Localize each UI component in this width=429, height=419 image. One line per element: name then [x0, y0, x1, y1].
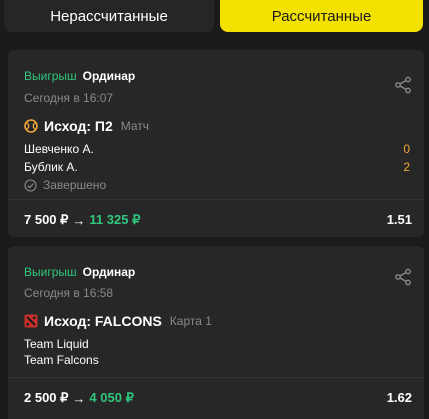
share-icon[interactable] — [394, 76, 412, 94]
arrow-right-icon: → — [72, 212, 86, 228]
bet-amounts: 2 500 ₽ → 4 050 ₽ — [24, 390, 134, 406]
bet-kind-label: Ординар — [82, 69, 136, 83]
bet-odds: 1.62 — [386, 390, 412, 405]
match-status: Завершено — [24, 178, 106, 192]
tab-settled[interactable]: Рассчитанные — [220, 0, 423, 32]
bet-date: Сегодня в 16:07 — [24, 91, 114, 105]
bet-result-label: Выигрыш — [24, 265, 77, 279]
tab-unsettled[interactable]: Нерассчитанные — [4, 0, 214, 32]
bet-header: Выигрыш Ординар — [24, 69, 135, 83]
bet-result-label: Выигрыш — [24, 69, 77, 83]
bet-header: Выигрыш Ординар — [24, 265, 135, 279]
outcome-label: Исход: П2 — [44, 118, 113, 134]
stake-amount: 2 500 ₽ — [24, 390, 69, 405]
divider — [8, 199, 424, 200]
team-score: 0 — [403, 142, 410, 156]
payout-amount: 11 325 ₽ — [89, 212, 141, 227]
bet-status-tabs: Нерассчитанные Рассчитанные — [0, 0, 429, 36]
tennis-ball-icon — [24, 119, 38, 133]
status-text: Завершено — [43, 178, 107, 192]
bet-card[interactable]: Выигрыш Ординар Сегодня в 16:58 Исход: F… — [8, 246, 424, 419]
dota2-icon — [24, 314, 38, 328]
team-score: 2 — [403, 160, 410, 174]
team-name: Team Liquid — [24, 337, 89, 351]
arrow-right-icon: → — [72, 390, 86, 406]
check-circle-icon — [24, 178, 37, 192]
outcome-market: Карта 1 — [169, 314, 212, 328]
bet-kind-label: Ординар — [82, 265, 136, 279]
team-name: Team Falcons — [24, 353, 99, 367]
stake-amount: 7 500 ₽ — [24, 212, 69, 227]
outcome-label: Исход: FALCONS — [44, 313, 162, 329]
bet-outcome: Исход: П2 Матч — [24, 118, 149, 134]
team-name: Шевченко А. — [24, 142, 94, 156]
divider — [8, 377, 424, 378]
bet-date: Сегодня в 16:58 — [24, 286, 114, 300]
team-name: Бублик А. — [24, 160, 78, 174]
share-icon[interactable] — [394, 268, 412, 286]
outcome-market: Матч — [120, 119, 150, 133]
bet-odds: 1.51 — [386, 212, 412, 227]
bet-card[interactable]: Выигрыш Ординар Сегодня в 16:07 Исход: П… — [8, 50, 424, 237]
bet-amounts: 7 500 ₽ → 11 325 ₽ — [24, 212, 140, 228]
bet-outcome: Исход: FALCONS Карта 1 — [24, 313, 212, 329]
payout-amount: 4 050 ₽ — [89, 390, 134, 405]
